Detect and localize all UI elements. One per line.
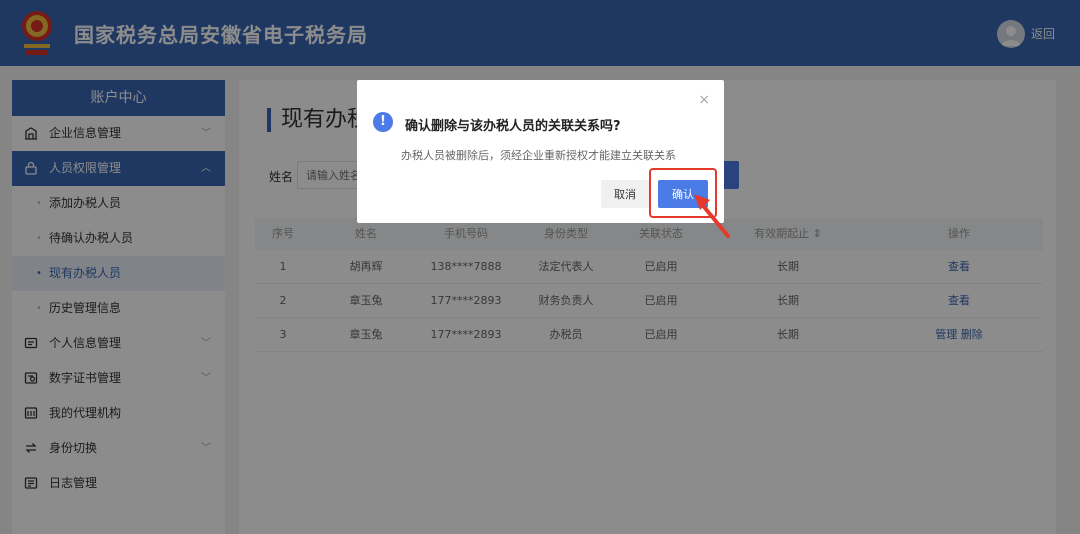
dialog-message: 办税人员被删除后，须经企业重新授权才能建立关联关系: [401, 149, 676, 162]
pointer-arrow-icon: [694, 194, 730, 238]
warning-icon: !: [373, 112, 393, 132]
close-icon[interactable]: ×: [698, 92, 710, 108]
dialog-title: 确认删除与该办税人员的关联关系吗?: [405, 119, 621, 134]
cancel-button[interactable]: 取消: [601, 180, 649, 208]
